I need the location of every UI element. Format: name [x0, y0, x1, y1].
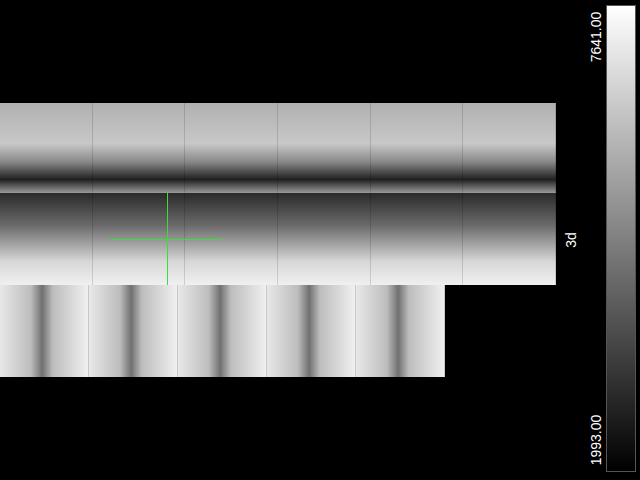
- slice-tile[interactable]: [0, 285, 89, 377]
- slice-mosaic[interactable]: [0, 103, 556, 377]
- view-label: 3d: [564, 232, 578, 248]
- slice-tile[interactable]: [178, 285, 267, 377]
- slice-tile[interactable]: [463, 103, 556, 193]
- colorbar-labels: 7641.00 1993.00: [586, 0, 606, 480]
- mosaic-row: [0, 285, 445, 377]
- mosaic-row: [0, 103, 556, 193]
- colorbar: [606, 5, 636, 472]
- viewer-window: 3d 7641.00 1993.00: [0, 0, 640, 480]
- slice-tile[interactable]: [267, 285, 356, 377]
- colorbar-min: 1993.00: [589, 415, 603, 466]
- slice-tile[interactable]: [356, 285, 445, 377]
- crosshair-horizontal: [110, 239, 222, 240]
- slice-tile[interactable]: [278, 193, 371, 285]
- slice-tile[interactable]: [0, 103, 93, 193]
- slice-tile[interactable]: [371, 193, 464, 285]
- slice-tile[interactable]: [371, 103, 464, 193]
- mosaic-row: [0, 193, 556, 285]
- slice-tile[interactable]: [93, 103, 186, 193]
- view-label-column: 3d: [556, 0, 586, 480]
- slice-tile[interactable]: [89, 285, 178, 377]
- colorbar-max: 7641.00: [589, 12, 603, 63]
- slice-tile[interactable]: [185, 103, 278, 193]
- mosaic-area: [0, 0, 556, 480]
- slice-tile[interactable]: [278, 103, 371, 193]
- slice-tile[interactable]: [0, 193, 93, 285]
- slice-tile[interactable]: [463, 193, 556, 285]
